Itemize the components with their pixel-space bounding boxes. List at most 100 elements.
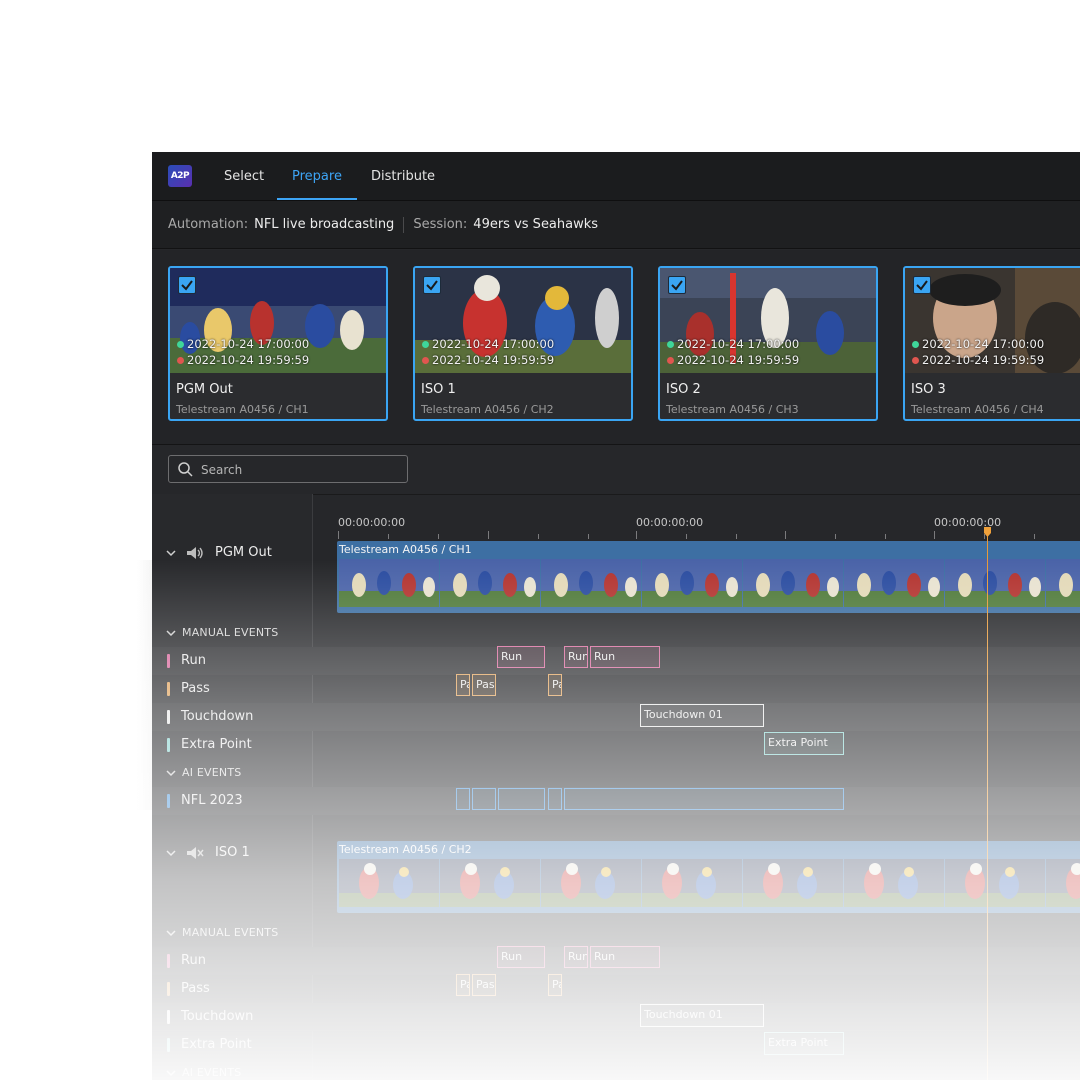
event-ai[interactable] <box>548 788 562 810</box>
search-input[interactable] <box>199 460 403 480</box>
event-pass[interactable]: Pa <box>548 974 562 996</box>
video-frame <box>642 559 742 607</box>
video-frame <box>945 859 1045 907</box>
track-header-iso-1[interactable]: ISO 1 <box>166 845 250 860</box>
manual-events-header[interactable]: MANUAL EVENTS <box>166 926 278 939</box>
end-time: 2022-10-24 19:59:59 <box>177 353 309 367</box>
ruler-tick <box>686 534 687 539</box>
source-card-iso-1[interactable]: 2022-10-24 17:00:00 2022-10-24 19:59:59 … <box>413 266 633 421</box>
automation-value[interactable]: NFL live broadcasting <box>254 217 394 232</box>
video-clip[interactable]: Telestream A0456 / CH2 <box>337 841 1080 913</box>
search-box[interactable] <box>168 455 408 483</box>
card-source: Telestream A0456 / CH1 <box>176 403 309 416</box>
card-title: ISO 1 <box>421 382 456 397</box>
lane-run: Run <box>167 953 206 968</box>
end-dot-icon <box>912 356 919 364</box>
extra-point-color-swatch <box>167 737 170 752</box>
automation-label: Automation: <box>168 217 249 232</box>
video-frame <box>844 859 944 907</box>
end-dot-icon <box>177 356 184 364</box>
event-ai[interactable] <box>472 788 496 810</box>
playhead-line[interactable] <box>987 527 988 1080</box>
chevron-down-icon[interactable] <box>166 769 176 777</box>
video-frame <box>541 859 641 907</box>
video-clip[interactable]: Telestream A0456 / CH1 <box>337 541 1080 613</box>
ai-events-header[interactable]: AI EVENTS <box>166 1066 241 1079</box>
source-card-pgm-out[interactable]: 2022-10-24 17:00:00 2022-10-24 19:59:59 … <box>168 266 388 421</box>
manual-events-header[interactable]: MANUAL EVENTS <box>166 626 278 639</box>
start-time: 2022-10-24 17:00:00 <box>177 337 309 351</box>
ruler-tick <box>338 531 339 539</box>
event-touchdown[interactable]: Touchdown 01 <box>640 1004 764 1027</box>
lane-band <box>152 703 1080 731</box>
run-color-swatch <box>167 953 170 968</box>
checkbox-checked-icon[interactable] <box>913 276 931 294</box>
checkbox-checked-icon[interactable] <box>668 276 686 294</box>
session-label: Session: <box>413 217 468 232</box>
event-extra-point[interactable]: Extra Point <box>764 732 844 755</box>
speaker-muted-icon[interactable] <box>186 846 204 860</box>
lane-touchdown: Touchdown <box>167 709 253 724</box>
event-extra-point[interactable]: Extra Point <box>764 1032 844 1055</box>
event-run[interactable]: Run <box>564 646 588 668</box>
track-header-pgm-out[interactable]: PGM Out <box>166 545 272 560</box>
lane-extra-point: Extra Point <box>167 737 252 752</box>
event-touchdown[interactable]: Touchdown 01 <box>640 704 764 727</box>
event-run[interactable]: Run <box>497 646 545 668</box>
event-ai[interactable] <box>456 788 470 810</box>
event-pass[interactable]: Pa <box>456 974 470 996</box>
start-time: 2022-10-24 17:00:00 <box>667 337 799 351</box>
video-frame <box>844 559 944 607</box>
source-card-iso-2[interactable]: 2022-10-24 17:00:00 2022-10-24 19:59:59 … <box>658 266 878 421</box>
search-row <box>152 445 1080 495</box>
ruler-tick <box>488 531 489 539</box>
video-frame <box>440 559 540 607</box>
event-run[interactable]: Run <box>590 946 660 968</box>
checkbox-checked-icon[interactable] <box>423 276 441 294</box>
video-frame <box>945 559 1045 607</box>
event-pass[interactable]: Pass <box>472 974 496 996</box>
video-frame <box>1046 559 1080 607</box>
source-card-iso-3[interactable]: 2022-10-24 17:00:00 2022-10-24 19:59:59 … <box>903 266 1080 421</box>
app-window: A2P Select Prepare Distribute Automation… <box>152 152 1080 1080</box>
event-pass[interactable]: Pa <box>548 674 562 696</box>
session-value[interactable]: 49ers vs Seahawks <box>473 217 598 232</box>
chevron-down-icon[interactable] <box>166 849 176 857</box>
card-source: Telestream A0456 / CH4 <box>911 403 1044 416</box>
card-title: PGM Out <box>176 382 233 397</box>
clip-frames <box>339 559 1080 607</box>
tab-prepare[interactable]: Prepare <box>277 152 357 200</box>
card-source: Telestream A0456 / CH2 <box>421 403 554 416</box>
chevron-down-icon[interactable] <box>166 629 176 637</box>
pass-color-swatch <box>167 681 170 696</box>
event-ai[interactable] <box>564 788 844 810</box>
event-run[interactable]: Run <box>564 946 588 968</box>
event-pass[interactable]: Pass <box>472 674 496 696</box>
checkbox-checked-icon[interactable] <box>178 276 196 294</box>
ruler-label: 00:00:00:00 <box>636 516 704 529</box>
context-bar: Automation: NFL live broadcasting Sessio… <box>152 201 1080 249</box>
tab-select[interactable]: Select <box>224 152 264 200</box>
start-time: 2022-10-24 17:00:00 <box>422 337 554 351</box>
video-frame <box>440 859 540 907</box>
ai-events-header[interactable]: AI EVENTS <box>166 766 241 779</box>
speaker-on-icon[interactable] <box>186 546 204 560</box>
chevron-down-icon[interactable] <box>166 929 176 937</box>
event-pass[interactable]: Pa <box>456 674 470 696</box>
chevron-down-icon[interactable] <box>166 1069 176 1077</box>
event-run[interactable]: Run <box>497 946 545 968</box>
tab-distribute[interactable]: Distribute <box>371 152 435 200</box>
lane-nfl-2023: NFL 2023 <box>167 793 243 808</box>
chevron-down-icon[interactable] <box>166 549 176 557</box>
decorative-shadow <box>137 560 152 810</box>
ai-color-swatch <box>167 793 170 808</box>
video-frame <box>743 559 843 607</box>
end-dot-icon <box>422 356 429 364</box>
event-run[interactable]: Run <box>590 646 660 668</box>
lane-extra-point: Extra Point <box>167 1037 252 1052</box>
source-cards: 2022-10-24 17:00:00 2022-10-24 19:59:59 … <box>152 250 1080 445</box>
timeline-ruler[interactable]: 00:00:00:00 00:00:00:00 00:00:00:00 <box>338 494 1080 540</box>
start-dot-icon <box>177 340 184 348</box>
event-ai[interactable] <box>498 788 545 810</box>
card-title: ISO 3 <box>911 382 946 397</box>
